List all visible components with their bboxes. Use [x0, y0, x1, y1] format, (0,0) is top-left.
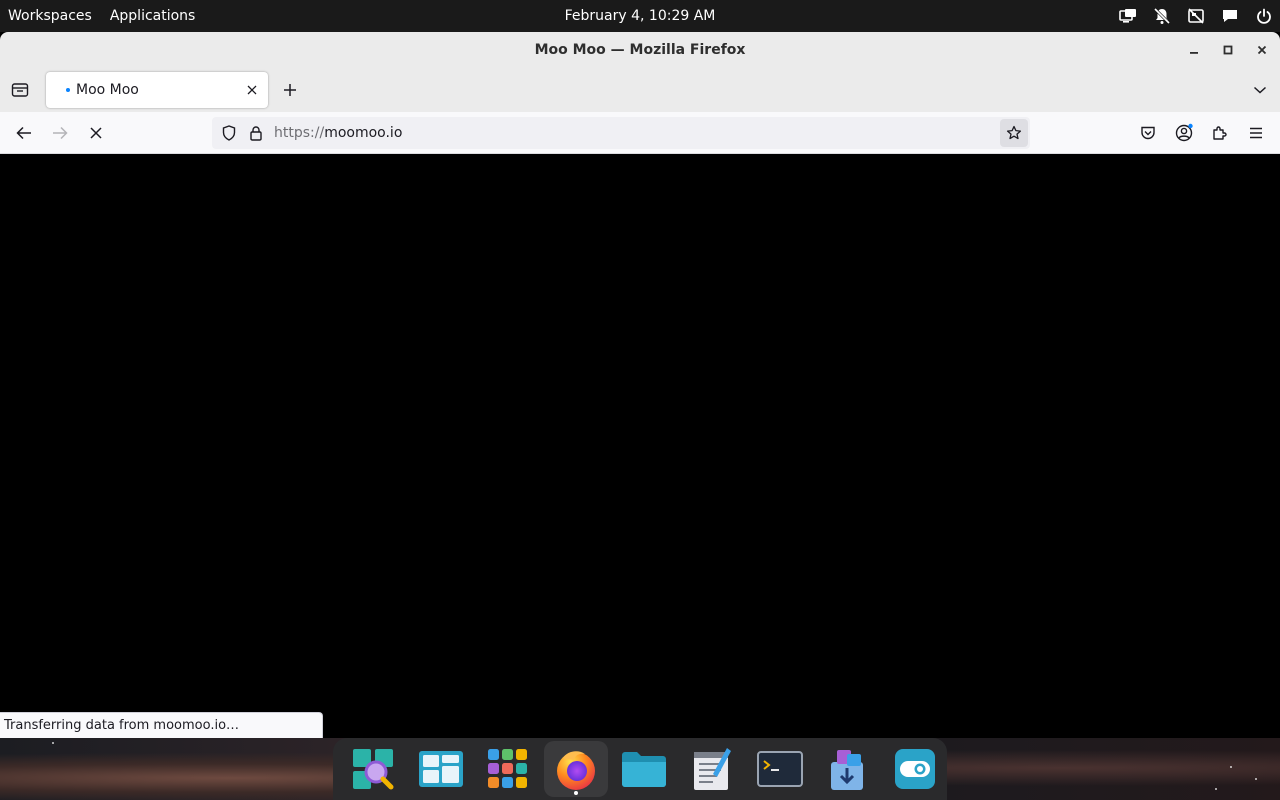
account-icon — [1175, 123, 1193, 142]
pocket-icon — [1141, 126, 1155, 140]
back-button[interactable] — [14, 123, 34, 143]
dock — [333, 738, 947, 800]
dock-text-editor-app[interactable] — [680, 741, 744, 797]
display-icon[interactable] — [1118, 6, 1138, 26]
tracking-protection-shield-icon[interactable] — [220, 124, 238, 142]
tab-label: Moo Moo — [76, 82, 139, 98]
dock-settings-app[interactable] — [883, 741, 947, 797]
url-text[interactable]: https://moomoo.io — [274, 117, 402, 149]
dock-search-app[interactable] — [341, 741, 405, 797]
tab-strip: Moo Moo — [0, 68, 1280, 112]
tab-close-button[interactable] — [244, 82, 260, 98]
status-panel: Transferring data from moomoo.io… — [0, 712, 323, 738]
search-app-icon — [352, 749, 394, 790]
close-icon — [247, 85, 257, 95]
firefox-icon — [557, 751, 596, 790]
software-store-icon — [831, 750, 864, 790]
star-icon — [1006, 125, 1022, 140]
hamburger-icon — [1250, 127, 1262, 139]
firefox-view-button[interactable] — [8, 78, 32, 102]
text-editor-icon — [693, 748, 731, 790]
extensions-button[interactable] — [1210, 123, 1230, 143]
clock[interactable]: February 4, 10:29 AM — [565, 8, 716, 24]
camera-off-icon[interactable] — [1186, 6, 1206, 26]
maximize-button[interactable] — [1220, 42, 1236, 58]
minimize-button[interactable] — [1186, 42, 1202, 58]
dock-workspaces-app[interactable] — [409, 741, 473, 797]
url-scheme: https:// — [274, 125, 325, 141]
star-speck — [52, 742, 54, 744]
star-speck — [1230, 766, 1232, 768]
back-arrow-icon — [16, 126, 31, 140]
desktop-background — [0, 738, 1280, 800]
app-grid-icon — [488, 749, 528, 788]
navigation-toolbar: https://moomoo.io — [0, 112, 1280, 154]
power-icon[interactable] — [1254, 6, 1274, 26]
pocket-button[interactable] — [1138, 123, 1158, 143]
star-speck — [1255, 778, 1257, 780]
window-titlebar[interactable]: Moo Moo — Mozilla Firefox — [0, 32, 1280, 68]
running-indicator — [574, 791, 579, 795]
dock-files-app[interactable] — [612, 741, 676, 797]
loading-indicator-icon — [66, 88, 70, 92]
app-menu-button[interactable] — [1246, 123, 1266, 143]
workspaces-app-icon — [418, 751, 463, 787]
dock-terminal-app[interactable] — [748, 741, 812, 797]
dock-app-grid[interactable] — [477, 741, 541, 797]
forward-button[interactable] — [50, 123, 70, 143]
new-tab-button[interactable] — [280, 80, 300, 100]
puzzle-icon — [1213, 126, 1227, 140]
chevron-down-icon — [1253, 86, 1267, 94]
forward-arrow-icon — [53, 126, 68, 140]
chat-icon[interactable] — [1220, 6, 1240, 26]
firefox-view-icon — [11, 83, 29, 97]
window-title: Moo Moo — Mozilla Firefox — [534, 42, 746, 58]
star-speck — [1215, 788, 1217, 790]
notifications-muted-icon[interactable] — [1152, 6, 1172, 26]
page-content[interactable] — [0, 154, 1280, 738]
close-window-button[interactable] — [1254, 42, 1270, 58]
url-host: moomoo.io — [324, 125, 403, 141]
top-bar: Workspaces Applications February 4, 10:2… — [0, 0, 1280, 32]
folder-icon — [622, 752, 667, 787]
plus-icon — [284, 84, 296, 96]
firefox-window: Moo Moo — Mozilla Firefox Moo Moo https:… — [0, 32, 1280, 738]
stop-loading-button[interactable] — [86, 123, 106, 143]
dock-firefox-app[interactable] — [544, 741, 609, 797]
lock-icon[interactable] — [248, 124, 264, 142]
terminal-icon — [756, 751, 803, 787]
status-text: Transferring data from moomoo.io… — [4, 718, 240, 733]
url-bar[interactable]: https://moomoo.io — [212, 117, 1030, 149]
toggle-settings-icon — [895, 749, 936, 789]
stop-x-icon — [90, 127, 102, 139]
bookmark-star-button[interactable] — [1000, 119, 1028, 147]
account-button[interactable] — [1174, 123, 1194, 143]
tab-moo-moo[interactable]: Moo Moo — [46, 72, 268, 108]
dock-software-app[interactable] — [815, 741, 879, 797]
list-all-tabs-button[interactable] — [1252, 82, 1268, 98]
